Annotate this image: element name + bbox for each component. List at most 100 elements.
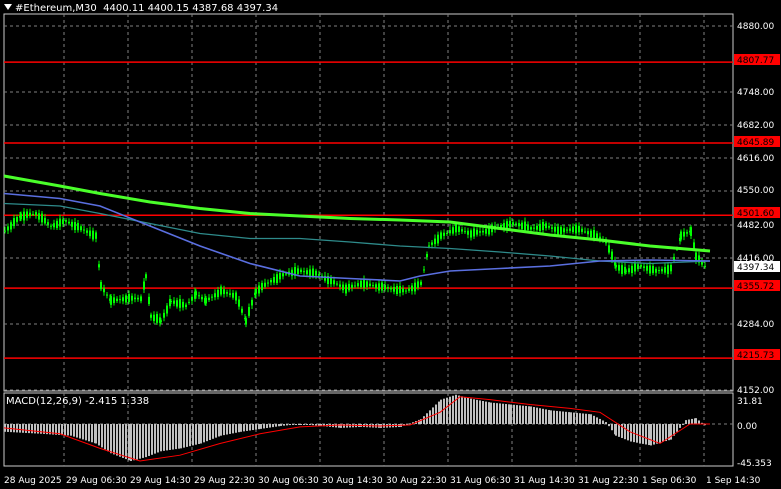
level-tag: 4645.89: [737, 138, 774, 148]
candle-body: [235, 292, 237, 301]
candle-body: [443, 232, 445, 236]
candle-body: [640, 265, 642, 267]
macd-bar: [215, 424, 217, 438]
macd-bar: [263, 424, 265, 429]
macd-bar: [269, 424, 271, 428]
macd-bar: [596, 417, 598, 424]
candle-body: [153, 314, 155, 322]
macd-bar: [186, 424, 188, 447]
macd-bar: [172, 424, 174, 450]
candle-body: [615, 264, 617, 268]
candle-body: [390, 287, 392, 290]
macd-bar: [665, 424, 667, 442]
macd-bar: [426, 413, 428, 424]
candle-body: [122, 297, 124, 302]
candle-body: [166, 305, 168, 314]
candle-body: [479, 231, 481, 233]
macd-bar: [160, 424, 162, 452]
candle-body: [512, 222, 514, 226]
candle-body: [238, 299, 240, 307]
candle-body: [312, 268, 314, 277]
macd-bar: [91, 424, 93, 443]
candle-body: [611, 251, 613, 260]
candle-body: [89, 230, 91, 237]
macd-bar: [691, 418, 693, 424]
price-tick: 4550.00: [737, 186, 774, 196]
candle-body: [551, 227, 553, 229]
candle-body: [148, 296, 150, 305]
macd-bar: [309, 424, 311, 425]
candle-body: [113, 297, 115, 303]
dropdown-triangle-icon[interactable]: [4, 4, 12, 10]
candle-body: [333, 280, 335, 285]
candle-body: [500, 224, 502, 228]
macd-bar: [206, 424, 208, 442]
macd-bar: [300, 424, 302, 425]
macd-bar: [698, 420, 700, 424]
macd-bar: [218, 424, 220, 437]
macd-bar: [85, 424, 87, 441]
level-tag: 4501.60: [737, 209, 774, 219]
candle-body: [381, 282, 383, 291]
candle-body: [608, 245, 610, 253]
candle-body: [95, 232, 97, 239]
candle-body: [336, 283, 338, 285]
candle-body: [211, 296, 213, 298]
macd-bar: [315, 424, 317, 426]
candle-body: [38, 213, 40, 220]
candle-body: [195, 291, 197, 296]
candle-body: [664, 267, 666, 273]
macd-bar: [648, 424, 650, 446]
candle-body: [241, 308, 243, 313]
macd-bar: [502, 403, 504, 424]
candle-body: [437, 234, 439, 244]
time-label: 30 Aug 22:30: [386, 476, 447, 486]
macd-bar: [303, 424, 305, 425]
candle-body: [232, 292, 234, 298]
candle-body: [285, 273, 287, 275]
candle-body: [458, 226, 460, 232]
price-tick: 4748.00: [737, 88, 774, 98]
candle-body: [217, 289, 219, 298]
macd-bar: [258, 424, 260, 430]
candle-body: [408, 288, 410, 291]
candle-body: [16, 217, 18, 222]
candle-body: [255, 288, 257, 294]
candle-body: [208, 297, 210, 301]
candle-body: [205, 297, 207, 304]
macd-bar: [122, 424, 124, 458]
time-label: 31 Aug 22:30: [578, 476, 639, 486]
macd-bar: [579, 413, 581, 424]
main-frame: [3, 13, 734, 392]
macd-bar: [180, 424, 182, 449]
macd-bar: [590, 414, 592, 424]
ma-fast-line: [3, 202, 711, 265]
macd-bar: [508, 404, 510, 424]
candle-body: [100, 281, 102, 290]
macd-bar: [243, 424, 245, 432]
macd-bar: [178, 424, 180, 449]
macd-bar: [588, 414, 590, 424]
candle-body: [270, 279, 272, 283]
candle-body: [137, 297, 139, 300]
macd-bar: [136, 424, 138, 460]
candle-body: [366, 281, 368, 287]
candle-body: [56, 220, 58, 229]
macd-bar: [169, 424, 171, 450]
candle-body: [518, 223, 520, 227]
candle-body: [128, 294, 130, 302]
candle-body: [156, 314, 158, 323]
candle-body: [402, 288, 404, 293]
macd-bar: [449, 396, 451, 424]
macd-bar: [13, 424, 15, 433]
time-label: 29 Aug 22:30: [194, 476, 255, 486]
candle-body: [214, 293, 216, 298]
candle-body: [476, 229, 478, 235]
macd-bar: [639, 424, 641, 444]
macd-bar: [533, 407, 535, 424]
price-chart[interactable]: 4880.00 4748.00 4682.00 4616.00 4550.00 …: [0, 0, 781, 489]
candle-body: [116, 298, 118, 302]
macd-bar: [198, 424, 200, 444]
macd-bar: [79, 424, 81, 439]
macd-bar: [513, 404, 515, 424]
